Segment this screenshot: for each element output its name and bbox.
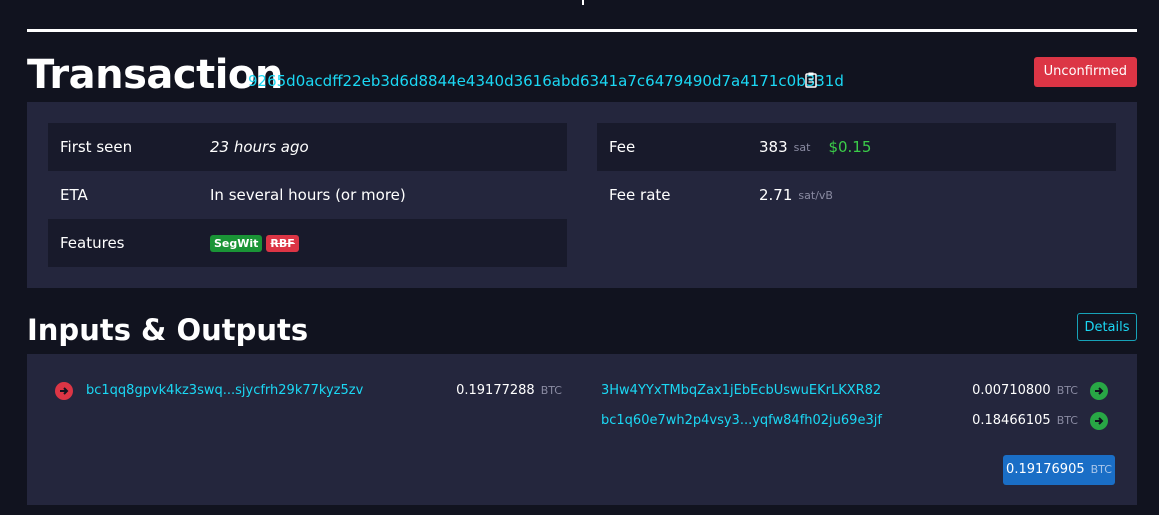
fee-value-group: 383 sat $0.15 [759, 138, 871, 156]
total-output-badge: 0.19176905 BTC [1003, 455, 1115, 485]
status-badge: Unconfirmed [1033, 57, 1137, 87]
header-underline-mark [582, 0, 584, 5]
inputs-outputs-title: Inputs & Outputs [27, 313, 309, 347]
fee-rate-row: Fee rate 2.71 sat/vB [597, 171, 1116, 219]
fee-fiat: $0.15 [828, 138, 872, 156]
info-table-left: First seen 23 hours ago ETA In several h… [48, 123, 567, 267]
fee-row: Fee 383 sat $0.15 [597, 123, 1116, 171]
first-seen-row: First seen 23 hours ago [48, 123, 567, 171]
output-amount-group-1: 0.00710800 BTC [962, 382, 1078, 400]
output-address-1[interactable]: 3Hw4YYxTMbqZax1jEbEcbUswuEKrLKXR82 [601, 382, 881, 400]
input-amount-group: 0.19177288 BTC [447, 382, 562, 400]
fee-rate-unit: sat/vB [798, 188, 833, 202]
details-button[interactable]: Details [1077, 313, 1137, 341]
fee-unit: sat [793, 140, 811, 154]
rbf-badge[interactable]: RBF [266, 234, 299, 252]
output-amount-unit-2: BTC [1056, 414, 1078, 427]
txid-link[interactable]: 9265d0acdff22eb3d6d8844e4340d3616abd6341… [248, 71, 844, 91]
header-divider [27, 29, 1137, 32]
output-amount-group-2: 0.18466105 BTC [962, 412, 1078, 430]
output-amount-1: 0.00710800 [972, 383, 1051, 398]
output-address-2[interactable]: bc1q60e7wh2p4vsy3...yqfw84fh02ju69e3jf [601, 412, 882, 430]
eta-value: In several hours (or more) [210, 186, 406, 204]
segwit-badge[interactable]: SegWit [210, 234, 263, 252]
fee-label: Fee [609, 138, 636, 156]
transaction-header: Transaction 9265d0acdff22eb3d6d8844e4340… [27, 52, 1137, 98]
first-seen-label: First seen [60, 138, 133, 156]
fee-rate-label: Fee rate [609, 186, 671, 204]
features-label: Features [60, 234, 125, 252]
input-address[interactable]: bc1qq8gpvk4kz3swq...sjycfrh29k77kyz5zv [86, 382, 363, 400]
total-amount: 0.19176905 [1006, 462, 1085, 477]
page-title: Transaction [27, 52, 283, 98]
inputs-outputs-panel: bc1qq8gpvk4kz3swq...sjycfrh29k77kyz5zv 0… [27, 354, 1137, 505]
output-arrow-icon-1[interactable] [1090, 382, 1108, 400]
total-unit: BTC [1090, 463, 1112, 476]
input-arrow-icon[interactable] [55, 382, 73, 400]
transaction-info-panel: First seen 23 hours ago ETA In several h… [27, 102, 1137, 288]
info-table-right: Fee 383 sat $0.15 Fee rate 2.71 sat/vB [597, 123, 1116, 219]
clipboard-icon[interactable] [804, 72, 818, 88]
output-amount-unit-1: BTC [1056, 384, 1078, 397]
eta-label: ETA [60, 186, 88, 204]
eta-row: ETA In several hours (or more) [48, 171, 567, 219]
fee-rate-value-group: 2.71 sat/vB [759, 186, 833, 204]
features-value: SegWit RBF [210, 234, 303, 252]
output-amount-2: 0.18466105 [972, 413, 1051, 428]
output-arrow-icon-2[interactable] [1090, 412, 1108, 430]
input-amount: 0.19177288 [456, 383, 535, 398]
input-amount-unit: BTC [540, 384, 562, 397]
fee-value: 383 [759, 138, 788, 156]
first-seen-value: 23 hours ago [210, 138, 309, 156]
fee-rate-value: 2.71 [759, 186, 793, 204]
features-row: Features SegWit RBF [48, 219, 567, 267]
